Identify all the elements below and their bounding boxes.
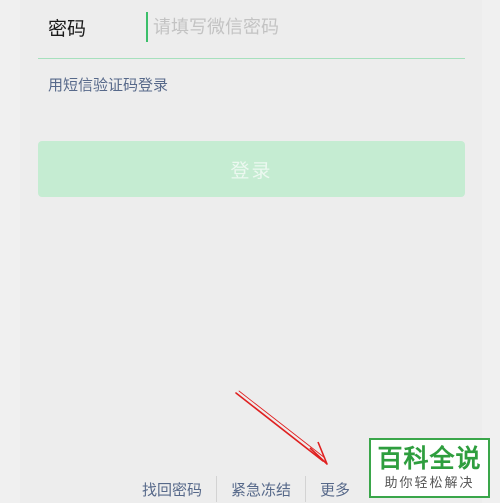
emergency-freeze-link[interactable]: 紧急冻结 — [217, 479, 305, 500]
annotation-arrow-icon — [235, 390, 328, 465]
login-button[interactable]: 登录 — [38, 141, 465, 197]
watermark-logo: 百科全说 助你轻松解决 — [369, 438, 490, 498]
password-underline — [38, 58, 465, 59]
watermark-subtitle: 助你轻松解决 — [384, 476, 475, 491]
find-password-link[interactable]: 找回密码 — [128, 479, 216, 500]
password-label: 密码 — [48, 18, 87, 40]
password-input[interactable] — [146, 12, 446, 42]
footer-links: 找回密码 紧急冻结 更多 — [128, 475, 364, 503]
more-link[interactable]: 更多 — [306, 479, 364, 500]
watermark-title: 百科全说 — [377, 444, 482, 473]
sms-login-link[interactable]: 用短信验证码登录 — [48, 74, 168, 95]
